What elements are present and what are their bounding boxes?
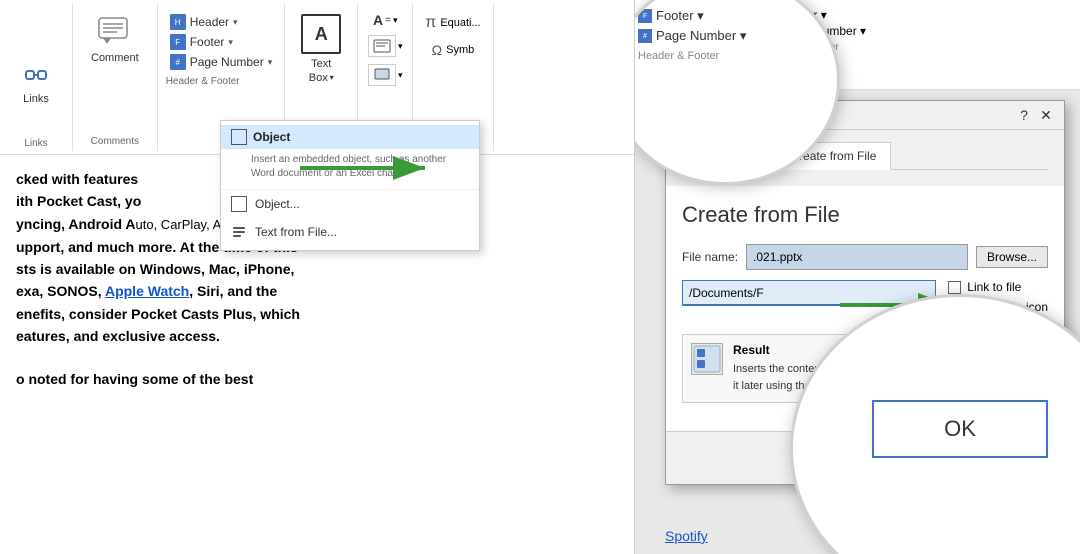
object-item-label: Object... bbox=[255, 197, 300, 211]
page-number-button[interactable]: # Page Number ▾ bbox=[166, 52, 277, 72]
doc-para-8: eatures, and exclusive access. bbox=[16, 325, 618, 347]
textbox-label: Text bbox=[311, 58, 331, 70]
wrap-dd-arrow: ▾ bbox=[398, 41, 403, 52]
circle-pagenum-text: Page Number ▾ bbox=[656, 28, 746, 44]
header-button[interactable]: H Header ▾ bbox=[166, 12, 242, 32]
symbol-label: Symb bbox=[446, 44, 474, 56]
wrap-text-icon bbox=[373, 39, 391, 53]
textfromfile-icon bbox=[231, 224, 247, 240]
link-to-file-checkbox[interactable] bbox=[948, 281, 961, 294]
footer-button[interactable]: F Footer ▾ bbox=[166, 32, 237, 52]
format-a-icon: A bbox=[373, 12, 383, 28]
links-label: Links bbox=[23, 93, 49, 105]
left-panel: Links Links Co bbox=[0, 0, 635, 554]
symbol-button[interactable]: Ω Symb bbox=[428, 40, 479, 60]
object-item[interactable]: Object... bbox=[221, 190, 479, 218]
footer-icon: F bbox=[170, 34, 186, 50]
equation-button[interactable]: π Equati... bbox=[421, 12, 484, 34]
spotify-label[interactable]: Spotify bbox=[665, 528, 708, 544]
position-icon bbox=[373, 67, 391, 81]
position-dd-arrow: ▾ bbox=[398, 70, 403, 81]
dialog-file-label: File name: bbox=[682, 250, 738, 264]
omega-icon: Ω bbox=[432, 42, 442, 58]
links-group-label: Links bbox=[0, 138, 72, 149]
header-icon: H bbox=[170, 14, 186, 30]
dialog-filename-row: File name: Browse... bbox=[682, 244, 1048, 270]
doc-para-5: sts is available on Windows, Mac, iPhone… bbox=[16, 258, 618, 280]
textbox-button[interactable]: A Text Box ▾ bbox=[293, 8, 349, 90]
link-to-file-label: Link to file bbox=[967, 280, 1021, 294]
position-button[interactable] bbox=[368, 64, 396, 86]
dialog-result-icon bbox=[691, 343, 723, 375]
textbox-dropdown-arrow: ▾ bbox=[330, 73, 334, 82]
comment-group: Comment Comments bbox=[73, 4, 158, 151]
page-number-label: Page Number bbox=[190, 55, 264, 69]
object-dropdown: Object Insert an embedded object, such a… bbox=[220, 120, 480, 251]
object-item-icon bbox=[231, 196, 247, 212]
textfromfile-label: Text from File... bbox=[255, 225, 337, 239]
circle-footer-text: Footer ▾ bbox=[656, 8, 704, 24]
object-desc-text: Insert an embedded object, such as anoth… bbox=[251, 154, 446, 179]
textbox-icon: A bbox=[301, 14, 341, 54]
hf-group-label: Header & Footer bbox=[166, 76, 240, 87]
links-group: Links Links bbox=[0, 4, 73, 151]
result-icon-svg bbox=[692, 344, 722, 374]
object-header-label: Object bbox=[253, 130, 290, 144]
format-equal-icon: = bbox=[385, 15, 391, 26]
main-container: Links Links Co bbox=[0, 0, 1080, 554]
links-button[interactable]: Links bbox=[8, 45, 64, 111]
circle-footer-icon: F bbox=[638, 9, 652, 23]
equation-label: Equati... bbox=[440, 17, 480, 29]
doc-para-6: exa, SONOS, Apple Watch, Siri, and the bbox=[16, 280, 618, 302]
doc-para-9: o noted for having some of the best bbox=[16, 368, 618, 390]
object-description: Insert an embedded object, such as anoth… bbox=[221, 149, 479, 190]
dialog-section-title: Create from File bbox=[682, 202, 1048, 228]
dialog-path-input[interactable] bbox=[682, 280, 936, 306]
comment-button[interactable]: Comment bbox=[81, 8, 149, 70]
header-label: Header bbox=[190, 15, 229, 29]
wrap-text-button[interactable] bbox=[368, 35, 396, 57]
comments-group-label: Comments bbox=[73, 136, 157, 147]
comment-label: Comment bbox=[91, 52, 139, 64]
dialog-close-button[interactable]: ✕ bbox=[1038, 107, 1054, 123]
pi-icon: π bbox=[425, 14, 436, 32]
format-dd-arrow: ▾ bbox=[393, 15, 398, 26]
dialog-file-input[interactable] bbox=[746, 244, 968, 270]
page-number-icon: # bbox=[170, 54, 186, 70]
dialog-question-button[interactable]: ? bbox=[1016, 107, 1032, 123]
circle-pagenum-icon: # bbox=[638, 29, 652, 43]
object-header[interactable]: Object bbox=[221, 125, 479, 149]
dialog-browse-button[interactable]: Browse... bbox=[976, 246, 1048, 268]
textbox-label2: Box bbox=[309, 72, 328, 84]
link-to-file-item: Link to file bbox=[948, 280, 1048, 294]
apple-watch-link[interactable]: Apple Watch bbox=[105, 283, 189, 299]
links-icon bbox=[20, 59, 52, 91]
textfromfile-item[interactable]: Text from File... bbox=[221, 218, 479, 246]
footer-label: Footer bbox=[190, 35, 225, 49]
right-panel: Links Comment Comments F Footer ▾ bbox=[635, 0, 1080, 554]
object-header-icon bbox=[231, 129, 247, 145]
comment-icon bbox=[95, 12, 135, 52]
circle-hf-label: Header & Footer bbox=[638, 50, 812, 62]
doc-para-7: enefits, consider Pocket Casts Plus, whi… bbox=[16, 303, 618, 325]
circle-ok-button[interactable]: OK bbox=[872, 400, 1048, 458]
